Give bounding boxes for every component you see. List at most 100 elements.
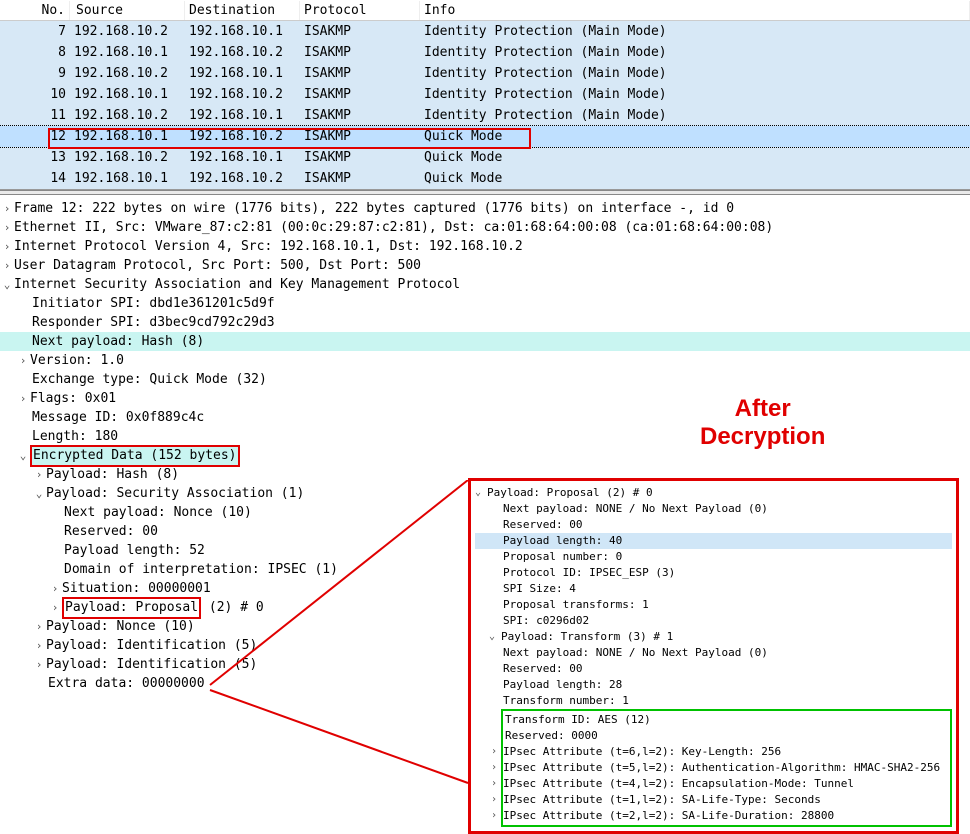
expand-icon[interactable]: ›: [0, 200, 14, 218]
dp-trans-length[interactable]: Payload length: 28: [475, 677, 952, 693]
col-header-info[interactable]: Info: [420, 1, 970, 20]
dp-trans-reserved2[interactable]: Reserved: 0000: [503, 728, 950, 744]
dp-attr-lifedur[interactable]: ›IPsec Attribute (t=2,l=2): SA-Life-Dura…: [503, 808, 950, 824]
cell-info: Identity Protection (Main Mode): [420, 108, 970, 123]
expand-icon[interactable]: ›: [48, 580, 62, 598]
cell-no: 13: [0, 150, 70, 165]
dp-attr-keylen[interactable]: ›IPsec Attribute (t=6,l=2): Key-Length: …: [503, 744, 950, 760]
cell-info: Identity Protection (Main Mode): [420, 87, 970, 102]
collapse-icon[interactable]: ⌄: [0, 276, 14, 294]
dp-proposal[interactable]: ⌄Payload: Proposal (2) # 0: [475, 485, 952, 501]
cell-info: Quick Mode: [420, 150, 970, 165]
detail-next-payload[interactable]: Next payload: Hash (8): [0, 332, 970, 351]
dp-transform-id[interactable]: Transform ID: AES (12): [503, 712, 950, 728]
detail-frame[interactable]: ›Frame 12: 222 bytes on wire (1776 bits)…: [0, 199, 970, 218]
detail-version[interactable]: ›Version: 1.0: [0, 351, 970, 370]
expand-icon[interactable]: ›: [32, 656, 46, 674]
cell-source: 192.168.10.2: [70, 24, 185, 39]
collapse-icon[interactable]: ⌄: [489, 629, 501, 645]
table-row[interactable]: 7 192.168.10.2 192.168.10.1 ISAKMPIdenti…: [0, 21, 970, 42]
detail-isakmp[interactable]: ⌄Internet Security Association and Key M…: [0, 275, 970, 294]
expand-icon[interactable]: ›: [16, 352, 30, 370]
expand-icon[interactable]: ›: [32, 466, 46, 484]
cell-info: Identity Protection (Main Mode): [420, 45, 970, 60]
cell-no: 11: [0, 108, 70, 123]
cell-source: 192.168.10.1: [70, 171, 185, 186]
proposal-highlight: Payload: Proposal: [62, 597, 201, 619]
dp-attr-encap[interactable]: ›IPsec Attribute (t=4,l=2): Encapsulatio…: [503, 776, 950, 792]
detail-ethernet[interactable]: ›Ethernet II, Src: VMware_87:c2:81 (00:0…: [0, 218, 970, 237]
cell-no: 8: [0, 45, 70, 60]
col-header-no[interactable]: No.: [0, 1, 70, 20]
table-row[interactable]: 14 192.168.10.1 192.168.10.2 ISAKMPQuick…: [0, 168, 970, 189]
expand-icon[interactable]: ›: [491, 808, 503, 824]
cell-destination: 192.168.10.2: [185, 171, 300, 186]
expand-icon[interactable]: ›: [32, 618, 46, 636]
detail-exchange[interactable]: Exchange type: Quick Mode (32): [0, 370, 970, 389]
dp-prop-reserved[interactable]: Reserved: 00: [475, 517, 952, 533]
collapse-icon[interactable]: ⌄: [16, 447, 30, 465]
cell-destination: 192.168.10.1: [185, 24, 300, 39]
cell-destination: 192.168.10.1: [185, 150, 300, 165]
dp-spi[interactable]: SPI: c0296d02: [475, 613, 952, 629]
dp-attr-auth[interactable]: ›IPsec Attribute (t=5,l=2): Authenticati…: [503, 760, 950, 776]
expand-icon[interactable]: ›: [491, 744, 503, 760]
expand-icon[interactable]: ›: [491, 760, 503, 776]
dp-prop-next[interactable]: Next payload: NONE / No Next Payload (0): [475, 501, 952, 517]
dp-prop-length[interactable]: Payload length: 40: [475, 533, 952, 549]
dp-trans-reserved[interactable]: Reserved: 00: [475, 661, 952, 677]
table-row[interactable]: 10 192.168.10.1 192.168.10.2 ISAKMPIdent…: [0, 84, 970, 105]
table-row[interactable]: 9 192.168.10.2 192.168.10.1 ISAKMPIdenti…: [0, 63, 970, 84]
dp-prop-transforms[interactable]: Proposal transforms: 1: [475, 597, 952, 613]
packet-list[interactable]: No. Source Destination Protocol Info 7 1…: [0, 0, 970, 190]
cell-protocol: ISAKMP: [300, 66, 420, 81]
cell-info: Identity Protection (Main Mode): [420, 24, 970, 39]
cell-destination: 192.168.10.2: [185, 87, 300, 102]
dp-protocol-id[interactable]: Protocol ID: IPSEC_ESP (3): [475, 565, 952, 581]
cell-protocol: ISAKMP: [300, 171, 420, 186]
cell-no: 10: [0, 87, 70, 102]
expand-icon[interactable]: ›: [32, 637, 46, 655]
expand-icon[interactable]: ›: [0, 219, 14, 237]
detail-udp[interactable]: ›User Datagram Protocol, Src Port: 500, …: [0, 256, 970, 275]
table-row[interactable]: 12 192.168.10.1 192.168.10.2 ISAKMPQuick…: [0, 126, 970, 147]
table-row[interactable]: 13 192.168.10.2 192.168.10.1 ISAKMPQuick…: [0, 147, 970, 168]
dp-transform[interactable]: ⌄Payload: Transform (3) # 1: [475, 629, 952, 645]
after-decryption-label: AfterDecryption: [700, 395, 825, 451]
cell-destination: 192.168.10.2: [185, 129, 300, 144]
dp-trans-number[interactable]: Transform number: 1: [475, 693, 952, 709]
col-header-destination[interactable]: Destination: [185, 1, 300, 20]
cell-protocol: ISAKMP: [300, 87, 420, 102]
expand-icon[interactable]: ›: [0, 238, 14, 256]
cell-source: 192.168.10.2: [70, 150, 185, 165]
cell-protocol: ISAKMP: [300, 45, 420, 60]
table-row[interactable]: 8 192.168.10.1 192.168.10.2 ISAKMPIdenti…: [0, 42, 970, 63]
cell-destination: 192.168.10.1: [185, 108, 300, 123]
detail-ip[interactable]: ›Internet Protocol Version 4, Src: 192.1…: [0, 237, 970, 256]
decryption-panel: ⌄Payload: Proposal (2) # 0 Next payload:…: [468, 478, 959, 834]
expand-icon[interactable]: ›: [491, 792, 503, 808]
cell-protocol: ISAKMP: [300, 24, 420, 39]
detail-init-spi[interactable]: Initiator SPI: dbd1e361201c5d9f: [0, 294, 970, 313]
col-header-source[interactable]: Source: [70, 1, 185, 20]
cell-protocol: ISAKMP: [300, 108, 420, 123]
dp-spi-size[interactable]: SPI Size: 4: [475, 581, 952, 597]
expand-icon[interactable]: ›: [48, 599, 62, 617]
cell-protocol: ISAKMP: [300, 129, 420, 144]
cell-info: Quick Mode: [420, 129, 970, 144]
dp-attr-lifetype[interactable]: ›IPsec Attribute (t=1,l=2): SA-Life-Type…: [503, 792, 950, 808]
cell-source: 192.168.10.1: [70, 45, 185, 60]
expand-icon[interactable]: ›: [16, 390, 30, 408]
collapse-icon[interactable]: ⌄: [32, 485, 46, 503]
col-header-protocol[interactable]: Protocol: [300, 1, 420, 20]
cell-source: 192.168.10.1: [70, 129, 185, 144]
packet-list-header: No. Source Destination Protocol Info: [0, 0, 970, 21]
dp-trans-next[interactable]: Next payload: NONE / No Next Payload (0): [475, 645, 952, 661]
expand-icon[interactable]: ›: [491, 776, 503, 792]
green-highlight-box: Transform ID: AES (12) Reserved: 0000 ›I…: [501, 709, 952, 827]
table-row[interactable]: 11 192.168.10.2 192.168.10.1 ISAKMPIdent…: [0, 105, 970, 126]
detail-resp-spi[interactable]: Responder SPI: d3bec9cd792c29d3: [0, 313, 970, 332]
dp-prop-number[interactable]: Proposal number: 0: [475, 549, 952, 565]
expand-icon[interactable]: ›: [0, 257, 14, 275]
collapse-icon[interactable]: ⌄: [475, 485, 487, 501]
